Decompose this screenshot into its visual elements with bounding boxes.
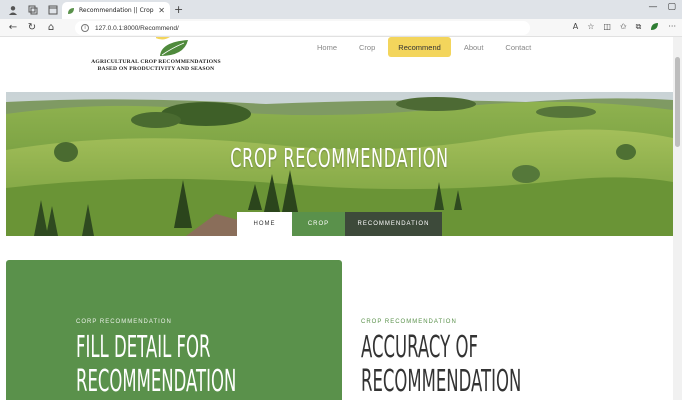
hero-title: CROP RECOMMENDATION <box>230 144 449 174</box>
logo-leaf-icon[interactable] <box>156 37 190 57</box>
menu-contact[interactable]: Contact <box>494 37 542 57</box>
hero-tab-recommendation[interactable]: RECOMMENDATION <box>345 212 442 236</box>
site-info-icon[interactable]: i <box>81 24 89 32</box>
menu-crop[interactable]: Crop <box>348 37 386 57</box>
workspaces-icon[interactable] <box>26 3 40 17</box>
menu-recommend[interactable]: Recommend <box>388 37 451 57</box>
fill-detail-card: CORP RECOMMENDATION FILL DETAIL FOR RECO… <box>6 260 342 400</box>
more-menu-icon[interactable]: ··· <box>668 22 676 33</box>
minimize-icon[interactable]: — <box>648 2 657 12</box>
back-icon[interactable]: ← <box>7 22 19 33</box>
right-section-eyebrow: CROP RECOMMENDATION <box>361 319 457 325</box>
web-page: AGRICULTURAL CROP RECOMMENDATIONS BASED … <box>6 37 673 400</box>
favorites-icon[interactable]: ✩ <box>620 22 627 33</box>
hero-tab-bar: HOME CROP RECOMMENDATION <box>237 212 442 236</box>
menu-home[interactable]: Home <box>306 37 348 57</box>
left-heading-line-1: FILL DETAIL FOR <box>76 330 211 365</box>
logo-line-2: BASED ON PRODUCTIVITY AND SEASON <box>97 65 215 72</box>
url-text: 127.0.0.1:8000/Recommend/ <box>95 24 179 32</box>
active-tab[interactable]: Recommendation || Crop ✕ <box>62 2 170 19</box>
maximize-icon[interactable]: ▢ <box>667 2 676 12</box>
page-scrollbar[interactable] <box>673 37 682 400</box>
extension-icon[interactable] <box>650 22 659 33</box>
window-controls: — ▢ <box>648 2 676 12</box>
left-section-eyebrow: CORP RECOMMENDATION <box>76 319 172 325</box>
hero-banner: CROP RECOMMENDATION HOME CROP RECOMMENDA… <box>6 92 673 236</box>
browser-window: Recommendation || Crop ✕ + — ▢ ← ↻ ⌂ i 1… <box>0 0 682 400</box>
site-logo-text[interactable]: AGRICULTURAL CROP RECOMMENDATIONS BASED … <box>76 59 236 72</box>
leaf-favicon-icon <box>67 7 75 15</box>
favorite-star-icon[interactable]: ☆ <box>587 22 594 33</box>
logo-line-1: AGRICULTURAL CROP RECOMMENDATIONS <box>91 59 221 65</box>
left-section-heading: FILL DETAIL FOR RECOMMENDATION <box>76 331 236 399</box>
tab-title: Recommendation || Crop <box>79 7 154 14</box>
right-heading-line-2: RECOMMENDATION <box>361 364 522 399</box>
scrollbar-thumb[interactable] <box>675 57 680 147</box>
new-tab-icon[interactable]: + <box>174 3 183 16</box>
url-field[interactable]: i 127.0.0.1:8000/Recommend/ <box>75 21 530 35</box>
profile-icon[interactable] <box>6 3 20 17</box>
right-heading-line-1: ACCURACY OF <box>361 330 478 365</box>
home-icon[interactable]: ⌂ <box>45 22 57 33</box>
left-heading-line-2: RECOMMENDATION <box>76 364 237 399</box>
address-bar: ← ↻ ⌂ i 127.0.0.1:8000/Recommend/ A ☆ ◫ … <box>0 19 682 37</box>
right-section-heading: ACCURACY OF RECOMMENDATION <box>361 331 521 399</box>
main-menu: Home Crop Recommend About Contact <box>306 37 542 57</box>
toolbar-icons: A ☆ ◫ ✩ ⧉ ··· <box>573 22 676 33</box>
tab-actions-icon[interactable] <box>46 3 60 17</box>
refresh-icon[interactable]: ↻ <box>26 22 38 33</box>
hero-tab-home[interactable]: HOME <box>237 212 292 236</box>
site-header: AGRICULTURAL CROP RECOMMENDATIONS BASED … <box>6 37 673 92</box>
collections-icon[interactable]: ⧉ <box>636 22 642 33</box>
read-aloud-icon[interactable]: A <box>573 22 578 33</box>
close-tab-icon[interactable]: ✕ <box>158 6 165 15</box>
hero-tab-crop[interactable]: CROP <box>292 212 345 236</box>
menu-about[interactable]: About <box>453 37 495 57</box>
split-screen-icon[interactable]: ◫ <box>603 22 611 33</box>
tab-bar: Recommendation || Crop ✕ + — ▢ <box>0 0 682 19</box>
